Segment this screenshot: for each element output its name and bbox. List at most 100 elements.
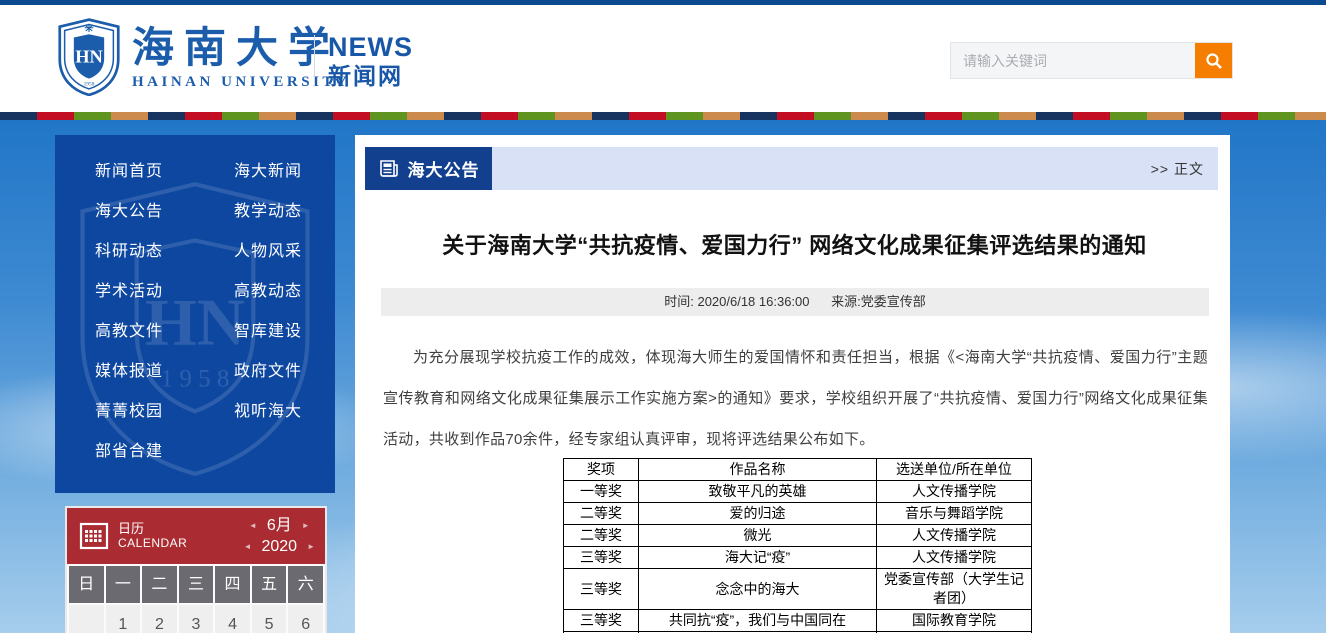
calendar-title-en: CALENDAR [118, 536, 187, 551]
calendar-icon [79, 521, 109, 551]
university-logo[interactable]: HN 1958 海南大学 HAINAN UNIVERSITY [56, 18, 350, 96]
table-row: 三等奖 念念中的海大 党委宣传部（大学生记者团） [564, 569, 1032, 610]
site-name-cn: 新闻网 [328, 62, 413, 90]
award-cell: 二等奖 [564, 503, 639, 525]
header-divider [314, 35, 315, 87]
section-header: 海大公告 >> 正文 [365, 147, 1218, 190]
calendar-day-headers: 日 一 二 三 四 五 六 [67, 564, 325, 603]
svg-text:1958: 1958 [84, 82, 95, 88]
table-header-award: 奖项 [564, 459, 639, 481]
sidebar-item-hainan-news[interactable]: 海大新闻 [234, 157, 335, 181]
search-icon [1205, 52, 1223, 70]
awards-table: 奖项 作品名称 选送单位/所在单位 一等奖 致敬平凡的英雄 人文传播学院 二等奖… [563, 458, 1032, 633]
day-header-mon: 一 [106, 566, 141, 603]
sidebar-item-campus-life[interactable]: 菁菁校园 [95, 397, 234, 421]
article-meta: 时间: 2020/6/18 16:36:00 来源:党委宣传部 [381, 288, 1209, 316]
day-header-fri: 五 [252, 566, 287, 603]
calendar-widget: 日历 CALENDAR ◄ 6月 ► ◄ 2020 ► 日 一 二 三 [65, 506, 327, 633]
day-header-sun: 日 [69, 566, 104, 603]
article-paragraph: 为充分展现学校抗疫工作的成效，体现海大师生的爱国情怀和责任担当，根据《<海南大学… [383, 337, 1208, 460]
table-row: 三等奖 共同抗“疫”，我们与中国同在 国际教育学院 [564, 610, 1032, 632]
work-cell: 共同抗“疫”，我们与中国同在 [639, 610, 877, 632]
article-time: 时间: 2020/6/18 16:36:00 [664, 294, 809, 309]
unit-cell: 人文传播学院 [877, 547, 1032, 569]
calendar-date-cell[interactable]: 6 [288, 605, 323, 633]
day-header-thu: 四 [215, 566, 250, 603]
calendar-title-cn: 日历 [118, 521, 187, 536]
sidebar-item-higher-ed-docs[interactable]: 高教文件 [95, 317, 234, 341]
table-row: 一等奖 致敬平凡的英雄 人文传播学院 [564, 481, 1032, 503]
logo-en-name: HAINAN UNIVERSITY [132, 74, 350, 91]
work-cell: 海大记“疫” [639, 547, 877, 569]
calendar-date-cell[interactable]: 4 [215, 605, 250, 633]
next-year-arrow[interactable]: ► [307, 536, 315, 557]
day-header-sat: 六 [288, 566, 323, 603]
sidebar-menu: HN 1 9 5 8 新闻首页 海大新闻 海大公告 教学动态 科研动态 人物风采… [55, 135, 335, 493]
section-bar: >> 正文 [492, 147, 1218, 190]
work-cell: 致敬平凡的英雄 [639, 481, 877, 503]
calendar-date-cell [69, 605, 104, 633]
unit-cell: 国际教育学院 [877, 610, 1032, 632]
sidebar-item-ministry-province[interactable]: 部省合建 [95, 437, 234, 461]
work-cell: 微光 [639, 525, 877, 547]
logo-cn-name: 海南大学 [132, 24, 350, 72]
search-button[interactable] [1195, 43, 1232, 78]
section-title: 海大公告 [408, 156, 480, 181]
sidebar-item-think-tank[interactable]: 智库建设 [234, 317, 335, 341]
sidebar-item-academic-events[interactable]: 学术活动 [95, 277, 234, 301]
award-cell: 一等奖 [564, 481, 639, 503]
calendar-date-cell[interactable]: 5 [252, 605, 287, 633]
day-header-tue: 二 [142, 566, 177, 603]
next-month-arrow[interactable]: ► [302, 515, 310, 536]
search-input[interactable] [951, 43, 1195, 78]
award-cell: 三等奖 [564, 547, 639, 569]
sidebar-item-higher-ed-news[interactable]: 高教动态 [234, 277, 335, 301]
section-tab-announcements[interactable]: 海大公告 [365, 147, 492, 190]
sidebar-item-gov-docs[interactable]: 政府文件 [234, 357, 335, 381]
calendar-date-cell[interactable]: 2 [142, 605, 177, 633]
calendar-header: 日历 CALENDAR ◄ 6月 ► ◄ 2020 ► [67, 508, 325, 564]
table-header-unit: 选送单位/所在单位 [877, 459, 1032, 481]
calendar-year: 2020 [261, 536, 297, 557]
sidebar-item-av-hainan[interactable]: 视听海大 [234, 397, 335, 421]
table-header-work: 作品名称 [639, 459, 877, 481]
unit-cell: 党委宣传部（大学生记者团） [877, 569, 1032, 610]
breadcrumb-link[interactable]: >> 正文 [1151, 159, 1204, 179]
color-strip [0, 112, 1326, 120]
logo-text: 海南大学 HAINAN UNIVERSITY [132, 24, 350, 91]
site-name[interactable]: NEWS 新闻网 [328, 32, 413, 90]
sidebar-item-news-home[interactable]: 新闻首页 [95, 157, 234, 181]
svg-text:HN: HN [75, 46, 103, 66]
calendar-dates-row: 1 2 3 4 5 6 [67, 603, 325, 633]
site-name-en: NEWS [328, 32, 413, 62]
prev-year-arrow[interactable]: ◄ [244, 536, 252, 557]
calendar-nav: ◄ 6月 ► ◄ 2020 ► [244, 515, 315, 557]
unit-cell: 人文传播学院 [877, 481, 1032, 503]
sidebar-item-media-reports[interactable]: 媒体报道 [95, 357, 234, 381]
calendar-date-cell[interactable]: 3 [179, 605, 214, 633]
calendar-month: 6月 [267, 515, 292, 536]
page: HN 1958 海南大学 HAINAN UNIVERSITY NEWS 新闻网 [0, 0, 1326, 633]
article-source: 来源:党委宣传部 [831, 294, 926, 309]
sidebar-item-research-news[interactable]: 科研动态 [95, 237, 234, 261]
table-row: 三等奖 海大记“疫” 人文传播学院 [564, 547, 1032, 569]
search-bar [950, 42, 1233, 79]
logo-shield-icon: HN 1958 [56, 18, 122, 96]
award-cell: 三等奖 [564, 610, 639, 632]
sidebar-item-announcements[interactable]: 海大公告 [95, 197, 234, 221]
calendar-date-cell[interactable]: 1 [106, 605, 141, 633]
unit-cell: 人文传播学院 [877, 525, 1032, 547]
day-header-wed: 三 [179, 566, 214, 603]
work-cell: 念念中的海大 [639, 569, 877, 610]
prev-month-arrow[interactable]: ◄ [249, 515, 257, 536]
award-cell: 三等奖 [564, 569, 639, 610]
work-cell: 爱的归途 [639, 503, 877, 525]
table-row: 二等奖 微光 人文传播学院 [564, 525, 1032, 547]
table-row: 二等奖 爱的归途 音乐与舞蹈学院 [564, 503, 1032, 525]
bulletin-icon [378, 159, 400, 179]
sidebar-item-teaching-news[interactable]: 教学动态 [234, 197, 335, 221]
article-title: 关于海南大学“共抗疫情、爱国力行” 网络文化成果征集评选结果的通知 [383, 228, 1206, 260]
sidebar-nav: 新闻首页 海大新闻 海大公告 教学动态 科研动态 人物风采 学术活动 高教动态 … [55, 135, 335, 469]
sidebar-item-people[interactable]: 人物风采 [234, 237, 335, 261]
award-cell: 二等奖 [564, 525, 639, 547]
